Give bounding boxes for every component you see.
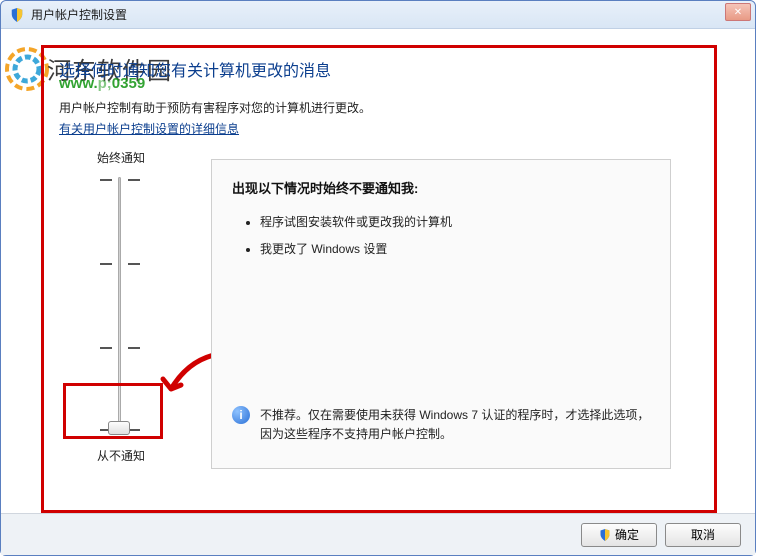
cancel-button[interactable]: 取消 — [665, 523, 741, 547]
bullet-item: 我更改了 Windows 设置 — [260, 240, 650, 257]
cancel-button-label: 取消 — [691, 526, 715, 543]
slider-track[interactable] — [105, 173, 133, 437]
page-heading: 选择何时通知您有关计算机更改的消息 — [59, 57, 699, 81]
content-area: 河东软件园 www.p;0359 选择何时通知您有关计算机更改的消息 用户帐户控… — [1, 29, 755, 555]
panel-bullets: 程序试图安装软件或更改我的计算机 我更改了 Windows 设置 — [260, 213, 650, 257]
window-title: 用户帐户控制设置 — [31, 6, 127, 23]
slider-label-never: 从不通知 — [71, 447, 171, 464]
recommendation-text: 不推荐。仅在需要使用未获得 Windows 7 认证的程序时，才选择此选项，因为… — [260, 406, 650, 444]
button-bar: 确定 取消 — [1, 513, 755, 555]
shield-icon — [9, 7, 25, 23]
page-subtext: 用户帐户控制有助于预防有害程序对您的计算机进行更改。 — [59, 99, 699, 116]
more-info-link[interactable]: 有关用户帐户控制设置的详细信息 — [59, 122, 239, 136]
shield-icon — [599, 529, 611, 541]
watermark-logo-icon — [5, 47, 49, 91]
main-content: 选择何时通知您有关计算机更改的消息 用户帐户控制有助于预防有害程序对您的计算机进… — [59, 57, 699, 137]
window-controls: ✕ — [725, 3, 751, 21]
slider-label-always: 始终通知 — [71, 149, 171, 166]
slider-thumb[interactable] — [108, 421, 130, 435]
panel-heading: 出现以下情况时始终不要通知我: — [232, 178, 650, 197]
recommendation-box: i 不推荐。仅在需要使用未获得 Windows 7 认证的程序时，才选择此选项，… — [232, 406, 650, 444]
uac-settings-window: 用户帐户控制设置 ✕ 河东软件园 www.p;0359 选择何时通知您有关计算机… — [0, 0, 756, 556]
titlebar[interactable]: 用户帐户控制设置 ✕ — [1, 1, 755, 29]
bullet-item: 程序试图安装软件或更改我的计算机 — [260, 213, 650, 230]
close-button[interactable]: ✕ — [725, 3, 751, 21]
description-panel: 出现以下情况时始终不要通知我: 程序试图安装软件或更改我的计算机 我更改了 Wi… — [211, 159, 671, 469]
notification-slider-area: 始终通知 从不通知 — [81, 149, 191, 479]
ok-button-label: 确定 — [615, 526, 639, 543]
ok-button[interactable]: 确定 — [581, 523, 657, 547]
info-icon: i — [232, 406, 250, 424]
